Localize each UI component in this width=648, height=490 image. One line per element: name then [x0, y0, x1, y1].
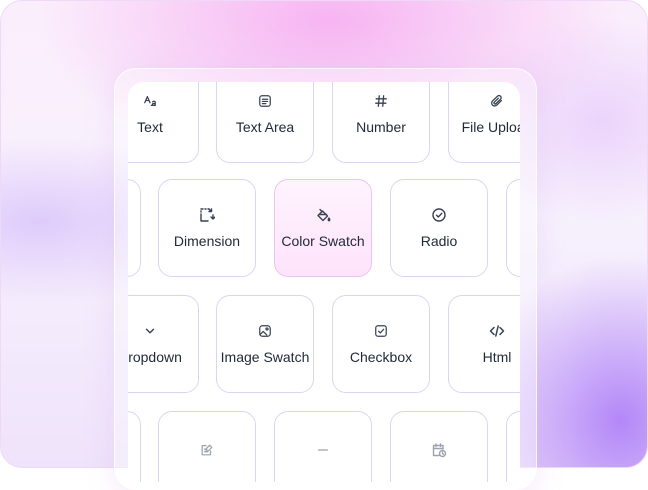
field-label: Dropdown	[128, 348, 182, 365]
field-tile-partial-right[interactable]	[506, 179, 520, 277]
field-label: Number	[356, 118, 406, 135]
field-tile-color-swatch[interactable]: Color Swatch	[274, 179, 372, 277]
field-tile-dimension[interactable]: Dimension	[158, 179, 256, 277]
field-label: Radio	[420, 232, 458, 249]
code-icon	[489, 323, 505, 339]
field-tile-partial-left[interactable]	[128, 411, 141, 482]
field-label: Dimension	[173, 232, 241, 249]
field-label: File Upload	[461, 118, 520, 135]
paperclip-icon	[489, 93, 505, 109]
field-tile-text-area[interactable]: Text Area	[216, 82, 314, 163]
field-grid[interactable]: Text Text Area Number File Upload	[128, 82, 520, 482]
field-label: Text Area	[235, 118, 295, 135]
field-tile-image-swatch[interactable]: Image Swatch	[216, 295, 314, 393]
field-tile-radio[interactable]: Radio	[390, 179, 488, 277]
edit-note-icon	[199, 442, 215, 458]
field-tile-divider[interactable]	[274, 411, 372, 482]
field-tile-date-time[interactable]	[390, 411, 488, 482]
dimension-icon	[199, 207, 215, 223]
checkbox-icon	[373, 323, 389, 339]
field-tile-checkbox[interactable]: Checkbox	[332, 295, 430, 393]
image-icon	[257, 323, 273, 339]
field-label: Color Swatch	[281, 232, 365, 249]
field-label: Checkbox	[349, 348, 413, 365]
field-tile-text[interactable]: Text	[128, 82, 199, 163]
chevron-down-icon	[142, 323, 158, 339]
font-size-icon	[142, 93, 158, 109]
field-tile-html[interactable]: Html	[448, 295, 520, 393]
field-label: Text	[137, 118, 163, 135]
field-label: Image Swatch	[220, 348, 310, 365]
field-tile-file-upload[interactable]: File Upload	[448, 82, 520, 163]
hash-icon	[373, 93, 389, 109]
field-tile-dropdown[interactable]: Dropdown	[128, 295, 199, 393]
calendar-clock-icon	[431, 442, 447, 458]
field-tile-partial-right[interactable]	[506, 411, 520, 482]
divider-icon	[315, 442, 331, 458]
field-tile-note[interactable]	[158, 411, 256, 482]
field-tile-partial-left[interactable]	[128, 179, 141, 277]
field-tile-number[interactable]: Number	[332, 82, 430, 163]
radio-check-icon	[431, 207, 447, 223]
text-area-icon	[257, 93, 273, 109]
paint-bucket-icon	[315, 207, 331, 223]
field-label: Html	[482, 348, 512, 365]
